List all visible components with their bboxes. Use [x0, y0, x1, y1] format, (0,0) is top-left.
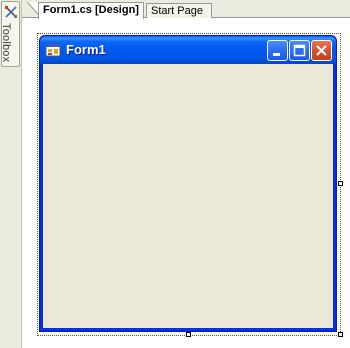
close-icon: [316, 45, 327, 56]
minimize-icon: [273, 53, 280, 56]
toolbox-tab[interactable]: Toolbox: [0, 1, 20, 67]
form-title: Form1: [66, 42, 106, 57]
maximize-button[interactable]: [289, 40, 310, 61]
maximize-icon: [293, 44, 306, 57]
document-tabstrip: Form1.cs [Design] Start Page: [22, 0, 350, 19]
tab-start-page[interactable]: Start Page: [146, 3, 212, 18]
toolbox-strip: Toolbox: [0, 0, 22, 348]
form-client-area[interactable]: [43, 64, 333, 328]
designer-surface: Form1: [22, 18, 350, 348]
close-button[interactable]: [311, 40, 332, 61]
form-icon: [45, 42, 61, 58]
form-titlebar[interactable]: Form1: [40, 36, 336, 64]
resize-handle-bottom-right[interactable]: [338, 332, 343, 337]
tab-form1-design[interactable]: Form1.cs [Design]: [38, 2, 144, 19]
form-window[interactable]: Form1: [39, 35, 337, 332]
toolbox-label: Toolbox: [0, 23, 12, 63]
minimize-button[interactable]: [267, 40, 288, 61]
toolbox-icon: [4, 5, 18, 19]
resize-handle-right[interactable]: [338, 181, 343, 186]
resize-handle-bottom[interactable]: [186, 332, 191, 337]
